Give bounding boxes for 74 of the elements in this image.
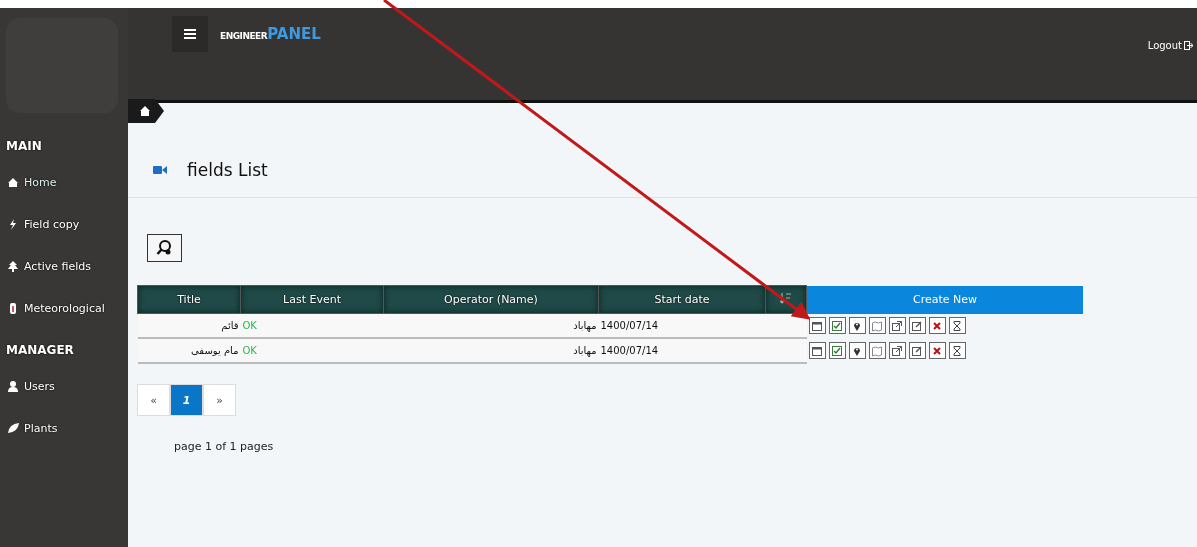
- status-text: OK: [240, 338, 384, 363]
- sidebar-item[interactable]: Field copy: [0, 203, 128, 245]
- hourglass-icon: [951, 344, 963, 357]
- breadcrumb-home[interactable]: [128, 99, 164, 123]
- external-link-icon: [891, 319, 903, 332]
- leaf-icon: [7, 421, 19, 435]
- home-icon: [7, 175, 19, 189]
- row-action-button[interactable]: [828, 342, 846, 359]
- row-action-button[interactable]: [928, 317, 946, 335]
- checkbox-icon: [831, 344, 843, 357]
- user-icon: [7, 379, 19, 393]
- row-action-button[interactable]: [868, 317, 886, 335]
- search-icon: [155, 239, 174, 257]
- menu-icon: [184, 29, 196, 39]
- row-action-button[interactable]: [888, 342, 906, 359]
- column-header[interactable]: Title: [137, 285, 241, 314]
- home-icon: [140, 106, 150, 116]
- row-action-button[interactable]: [948, 317, 966, 335]
- sidebar-item[interactable]: Meteorological: [0, 287, 128, 329]
- row-action-button[interactable]: [848, 342, 866, 359]
- close-icon: [931, 344, 943, 357]
- row-action-button[interactable]: [868, 342, 886, 359]
- sidebar-section-title: MAIN: [6, 139, 43, 153]
- row-action-button[interactable]: [808, 342, 826, 359]
- column-header[interactable]: Start date: [598, 285, 766, 314]
- search-button[interactable]: [147, 234, 182, 262]
- row-action-button[interactable]: [948, 342, 966, 359]
- column-header[interactable]: Last Event: [240, 285, 384, 314]
- row-action-button[interactable]: [908, 317, 926, 335]
- calendar-icon: [811, 344, 823, 357]
- edit-icon: [911, 319, 923, 332]
- close-icon: [931, 319, 943, 332]
- sidebar-item[interactable]: Active fields: [0, 245, 128, 287]
- row-action-button[interactable]: [928, 342, 946, 359]
- pagination-page[interactable]: 1: [170, 384, 203, 416]
- pagination-previous[interactable]: «: [137, 384, 170, 416]
- tree-icon: [7, 259, 19, 273]
- map-icon: [871, 319, 883, 332]
- menu-button[interactable]: [172, 16, 208, 52]
- table-cell: مهاباد: [383, 313, 599, 338]
- edit-icon: [911, 344, 923, 357]
- thermometer-icon: [7, 301, 19, 315]
- calendar-icon: [811, 319, 823, 332]
- map-icon: [871, 344, 883, 357]
- lightning-icon: [7, 217, 19, 231]
- row-action-button[interactable]: [908, 342, 926, 359]
- row-action-button[interactable]: [828, 317, 846, 335]
- sign-out-icon: [1184, 41, 1193, 50]
- create-new-button[interactable]: Create New: [806, 285, 1083, 314]
- row-action-button[interactable]: [808, 317, 826, 335]
- sidebar-item[interactable]: Plants: [0, 407, 128, 449]
- status-text: OK: [240, 313, 384, 338]
- sidebar-section-title: MANAGER: [6, 343, 75, 357]
- sidebar-item[interactable]: Users: [0, 365, 128, 407]
- brand-name: ENGINEER: [220, 31, 268, 41]
- column-header[interactable]: Operator (Name): [383, 285, 599, 314]
- logout-link[interactable]: Logout: [1147, 40, 1193, 51]
- table-cell: 1400/07/14: [598, 338, 766, 363]
- sidebar-item[interactable]: Home: [0, 161, 128, 203]
- table-cell: قائم: [137, 313, 241, 338]
- table-cell: 1400/07/14: [598, 313, 766, 338]
- table-cell: مهاباد: [383, 338, 599, 363]
- page-title: fields List: [187, 160, 268, 180]
- checkbox-icon: [831, 319, 843, 332]
- brand-name: PANEL: [267, 25, 321, 43]
- external-link-icon: [891, 344, 903, 357]
- pagination-next[interactable]: »: [203, 384, 236, 416]
- row-action-button[interactable]: [888, 317, 906, 335]
- sort-icon: [780, 292, 792, 304]
- row-action-button[interactable]: [848, 317, 866, 335]
- table-cell: مام یوسفی: [137, 338, 241, 363]
- hourglass-icon: [951, 319, 963, 332]
- video-camera-icon: [153, 165, 167, 175]
- page-summary: page 1 of 1 pages: [174, 440, 275, 453]
